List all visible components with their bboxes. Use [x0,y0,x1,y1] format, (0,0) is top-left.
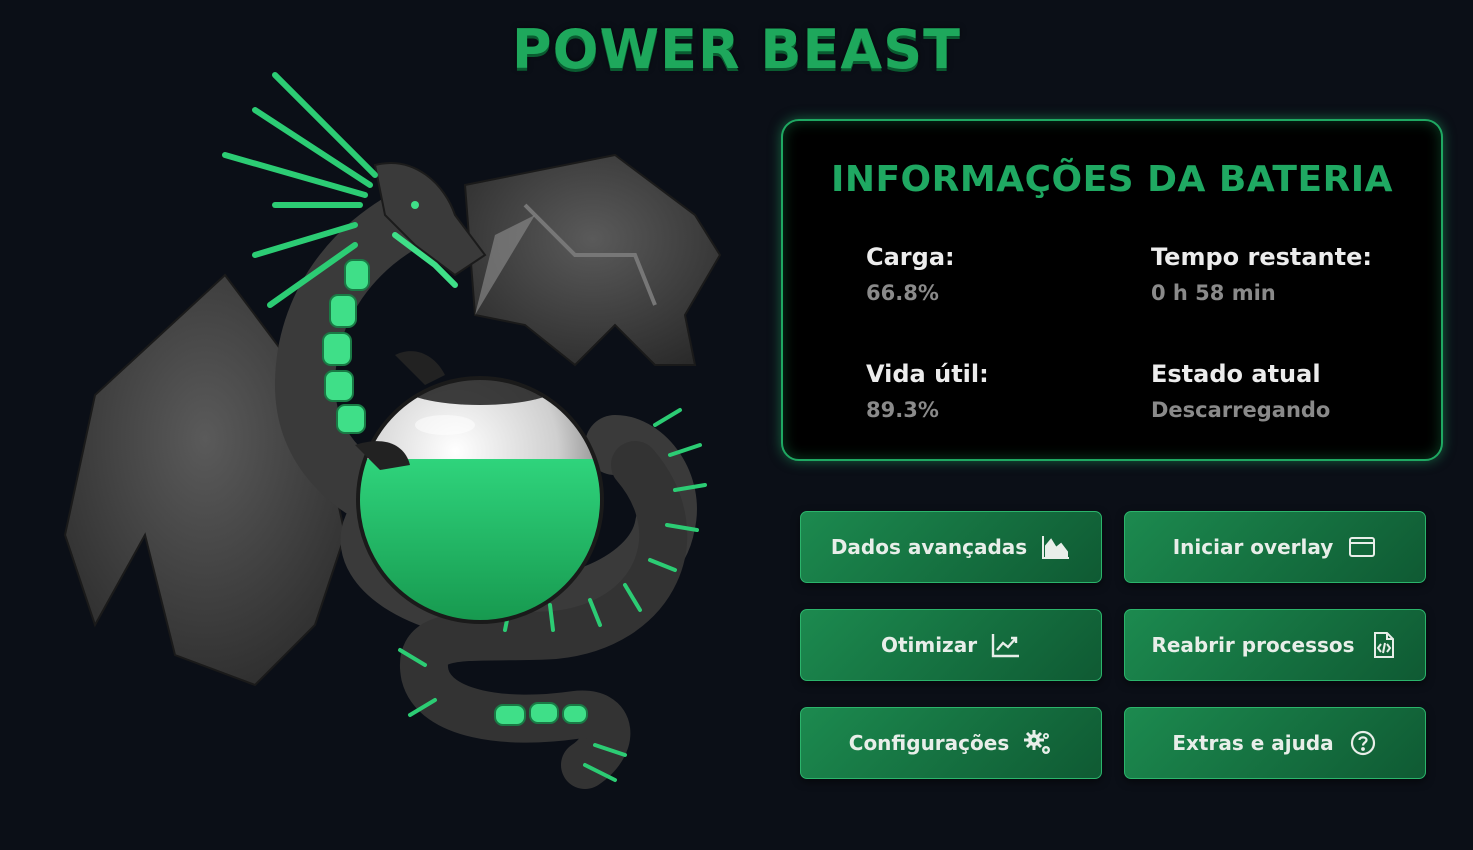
settings-label: Configurações [848,731,1010,755]
orb-battery-gauge [356,376,604,624]
settings-button[interactable]: Configurações [800,707,1102,779]
state-stat: Estado atual Descarregando [1151,360,1330,422]
optimize-button[interactable]: Otimizar [800,609,1102,681]
trend-up-icon [991,630,1021,660]
help-circle-icon [1348,728,1378,758]
health-value: 89.3% [866,398,939,422]
time-remaining-stat: Tempo restante: 0 h 58 min [1151,243,1372,305]
area-chart-icon [1041,532,1071,562]
reopen-processes-button[interactable]: Reabrir processos [1124,609,1426,681]
extras-help-label: Extras e ajuda [1172,731,1334,755]
charge-label: Carga: [866,243,955,271]
state-label: Estado atual [1151,360,1321,388]
charge-stat: Carga: 66.8% [866,243,955,305]
start-overlay-label: Iniciar overlay [1172,535,1334,559]
optimize-label: Otimizar [880,633,978,657]
start-overlay-button[interactable]: Iniciar overlay [1124,511,1426,583]
app-window: POWER BEAST INFORMAÇÕES DA BATERIA Carga… [0,0,1473,850]
gears-icon [1023,728,1053,758]
code-file-icon [1369,630,1399,660]
time-remaining-value: 0 h 58 min [1151,281,1276,305]
reopen-processes-label: Reabrir processos [1151,633,1355,657]
extras-help-button[interactable]: Extras e ajuda [1124,707,1426,779]
time-remaining-label: Tempo restante: [1151,243,1372,271]
advanced-data-label: Dados avançadas [830,535,1028,559]
state-value: Descarregando [1151,398,1331,422]
health-label: Vida útil: [866,360,989,388]
advanced-data-button[interactable]: Dados avançadas [800,511,1102,583]
charge-value: 66.8% [866,281,939,305]
health-stat: Vida útil: 89.3% [866,360,989,422]
window-icon [1347,532,1377,562]
battery-panel-title: INFORMAÇÕES DA BATERIA [830,159,1394,200]
dragon-mascot-illustration [63,72,722,789]
battery-info-panel: INFORMAÇÕES DA BATERIA Carga: 66.8% Temp… [781,119,1443,461]
